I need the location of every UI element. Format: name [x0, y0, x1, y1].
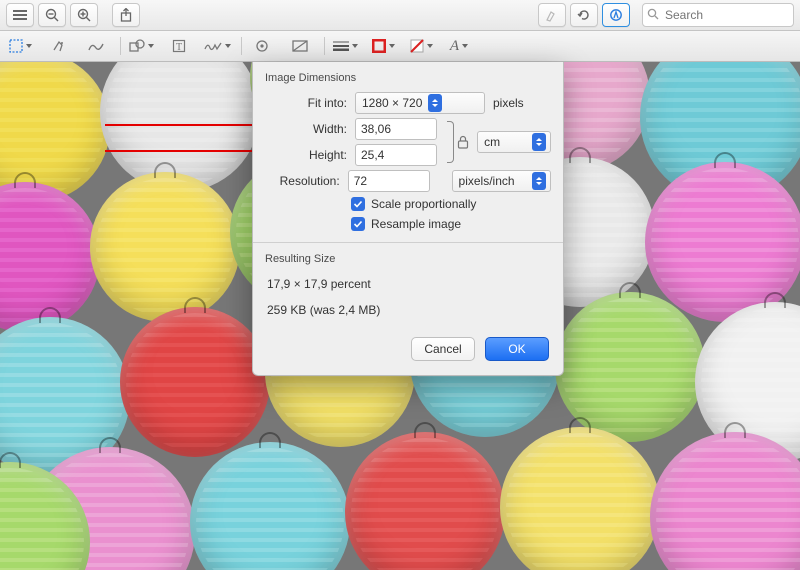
annotation-arrow-height — [105, 150, 270, 152]
resample-image-label: Resample image — [371, 217, 461, 231]
section-title-dimensions: Image Dimensions — [253, 62, 563, 90]
scale-proportionally-checkbox[interactable]: Scale proportionally — [253, 194, 563, 214]
line-style-tool[interactable] — [331, 35, 359, 57]
ok-label: OK — [508, 342, 525, 356]
text-style-tool[interactable]: A — [445, 35, 473, 57]
link-bracket-icon — [441, 119, 453, 165]
resolution-input[interactable] — [348, 170, 430, 192]
cancel-button[interactable]: Cancel — [411, 337, 475, 361]
annotation-arrow-width — [105, 124, 270, 126]
cancel-label: Cancel — [424, 342, 461, 356]
markup-toolbar: T A — [0, 31, 800, 62]
adjust-size-tool[interactable] — [286, 35, 314, 57]
instant-alpha-tool[interactable] — [44, 35, 72, 57]
separator — [120, 37, 121, 55]
share-button[interactable] — [112, 3, 140, 27]
height-input[interactable] — [355, 144, 437, 166]
resolution-unit-value: pixels/inch — [459, 174, 526, 188]
border-color-tool[interactable] — [369, 35, 397, 57]
fit-into-value: 1280 × 720 — [362, 96, 422, 110]
rotate-button[interactable] — [570, 3, 598, 27]
result-size: 259 KB (was 2,4 MB) — [253, 293, 563, 323]
checkbox-checked-icon — [351, 197, 365, 211]
fit-into-unit: pixels — [493, 96, 524, 110]
sketch-tool[interactable] — [82, 35, 110, 57]
view-list-button[interactable] — [6, 3, 34, 27]
lock-icon[interactable] — [457, 135, 469, 149]
checkbox-checked-icon — [351, 217, 365, 231]
stepper-arrows-icon — [428, 94, 442, 112]
wh-unit-select[interactable]: cm — [477, 131, 551, 153]
fill-color-tool[interactable] — [407, 35, 435, 57]
resample-image-checkbox[interactable]: Resample image — [253, 214, 563, 234]
stepper-arrows-icon — [532, 172, 546, 190]
ok-button[interactable]: OK — [485, 337, 549, 361]
shapes-tool[interactable] — [127, 35, 155, 57]
adjust-color-tool[interactable] — [248, 35, 276, 57]
scale-proportionally-label: Scale proportionally — [371, 197, 476, 211]
text-tool[interactable]: T — [165, 35, 193, 57]
wh-unit-value: cm — [484, 135, 526, 149]
resolution-unit-select[interactable]: pixels/inch — [452, 170, 551, 192]
sign-tool[interactable] — [203, 35, 231, 57]
resolution-label: Resolution: — [265, 174, 348, 188]
fit-into-label: Fit into: — [265, 96, 355, 110]
width-input[interactable] — [355, 118, 437, 140]
zoom-in-button[interactable] — [70, 3, 98, 27]
stepper-arrows-icon — [532, 133, 546, 151]
separator — [241, 37, 242, 55]
markup-button[interactable] — [602, 3, 630, 27]
fit-into-select[interactable]: 1280 × 720 — [355, 92, 485, 114]
search-icon — [647, 8, 659, 23]
section-title-result: Resulting Size — [253, 243, 563, 271]
main-toolbar — [0, 0, 800, 31]
svg-text:T: T — [176, 42, 182, 53]
height-label: Height: — [265, 148, 355, 162]
result-percent: 17,9 × 17,9 percent — [253, 271, 563, 293]
zoom-out-button[interactable] — [38, 3, 66, 27]
search-field[interactable] — [642, 3, 794, 27]
selection-tool[interactable] — [6, 35, 34, 57]
search-input[interactable] — [663, 7, 787, 23]
separator — [324, 37, 325, 55]
adjust-size-dialog: Image Dimensions Fit into: 1280 × 720 pi… — [252, 62, 564, 376]
highlight-button[interactable] — [538, 3, 566, 27]
width-label: Width: — [265, 122, 355, 136]
